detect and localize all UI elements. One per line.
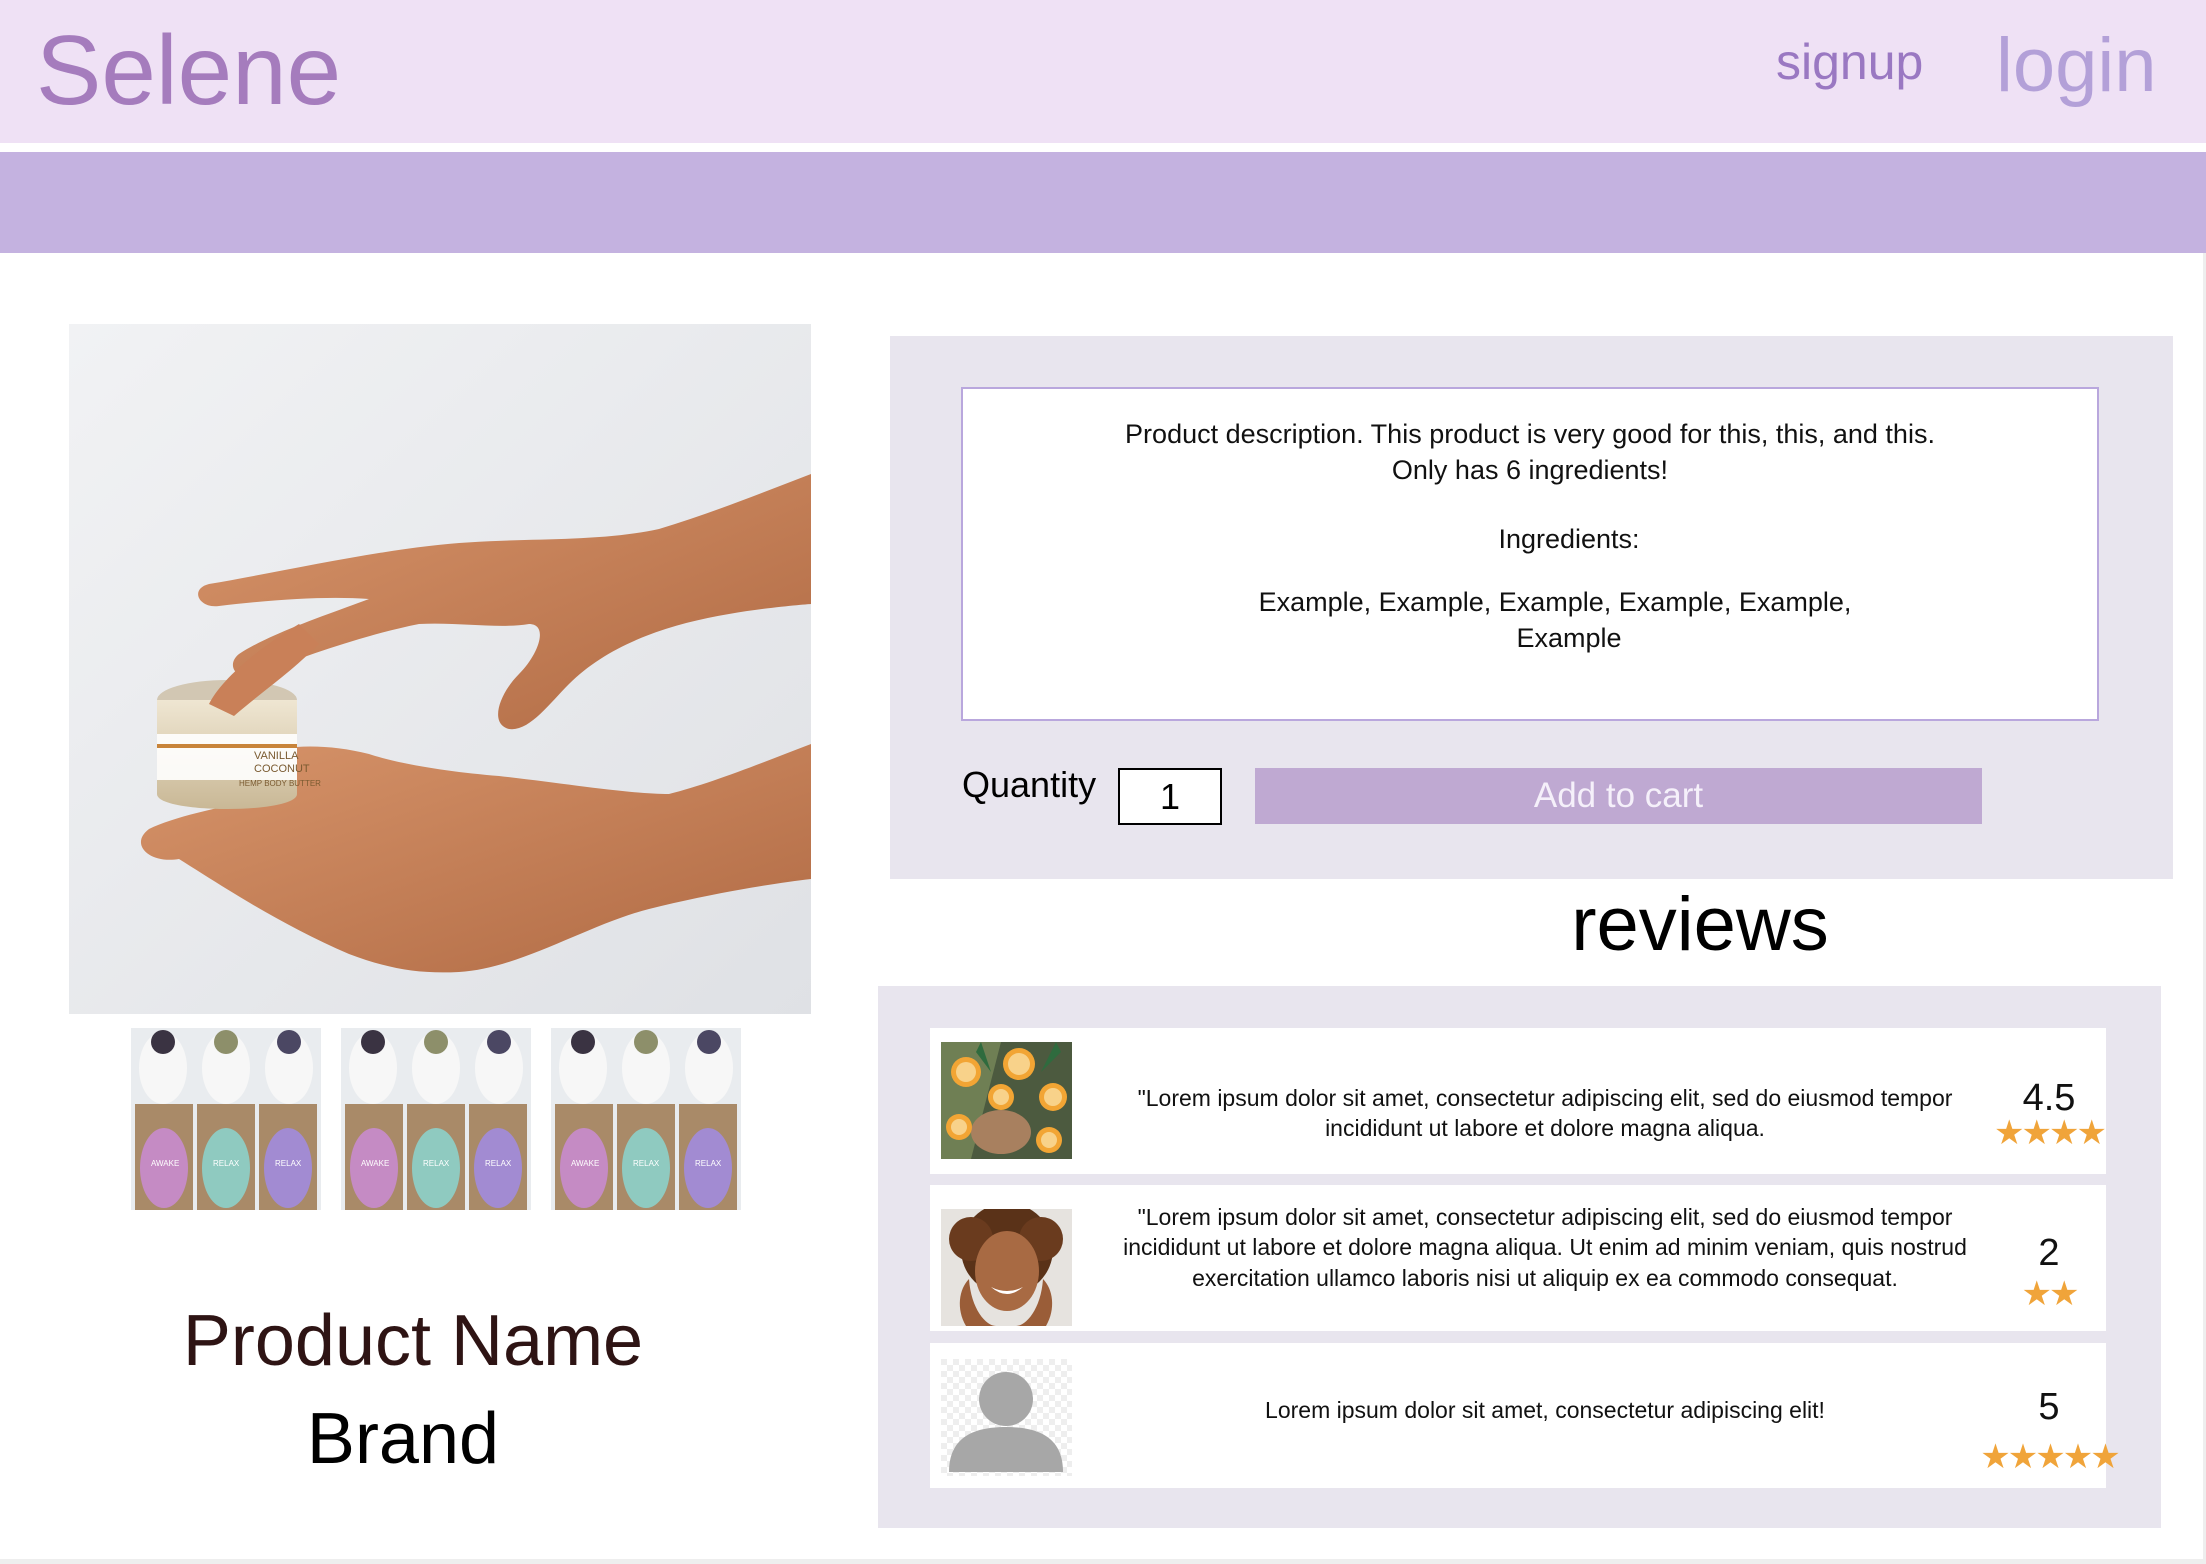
ingredients-heading: Ingredients: [1498, 524, 1640, 554]
svg-text:AWAKE: AWAKE [571, 1159, 599, 1168]
svg-text:AWAKE: AWAKE [361, 1159, 389, 1168]
product-boxes-photo: AWAKE RELAX RELAX [551, 1028, 741, 1210]
description-line-1: Product description. This product is ver… [1125, 419, 1935, 449]
ingredients-line-2: Example [1516, 623, 1622, 653]
description-line-2: Only has 6 ingredients! [1391, 455, 1669, 485]
product-thumbnail-3[interactable]: AWAKE RELAX RELAX [551, 1028, 741, 1210]
reviewer-photo [941, 1042, 1072, 1159]
product-thumbnail-1[interactable]: AWAKE RELAX RELAX [131, 1028, 321, 1210]
star-rating-icon: ★★★★ [1994, 1114, 2107, 1152]
svg-text:HEMP BODY BUTTER: HEMP BODY BUTTER [239, 779, 321, 788]
review-item: Lorem ipsum dolor sit amet, consectetur … [930, 1343, 2121, 1488]
svg-text:RELAX: RELAX [423, 1159, 450, 1168]
hand-with-cream-jar-photo: VANILLA COCONUT HEMP BODY BUTTER [69, 324, 811, 1014]
review-item: "Lorem ipsum dolor sit amet, consectetur… [930, 1028, 2107, 1174]
signup-link[interactable]: signup [1776, 32, 1923, 92]
product-name: Product Name [182, 1301, 644, 1381]
default-avatar-icon [941, 1359, 1072, 1476]
review-score: 5 [2038, 1386, 2060, 1428]
product-brand: Brand [306, 1399, 500, 1479]
star-rating-icon: ★★ [2021, 1275, 2080, 1313]
svg-text:AWAKE: AWAKE [151, 1159, 179, 1168]
quantity-label: Quantity [962, 764, 1097, 805]
review-text: Lorem ipsum dolor sit amet, consectetur … [1265, 1397, 1825, 1423]
smiling-woman-photo [941, 1209, 1072, 1326]
quantity-input[interactable] [1118, 768, 1222, 825]
svg-text:RELAX: RELAX [695, 1159, 722, 1168]
svg-text:VANILLA: VANILLA [254, 750, 299, 762]
product-thumbnail-2[interactable]: AWAKE RELAX RELAX [341, 1028, 531, 1210]
reviews-title: reviews [1571, 882, 1829, 967]
svg-text:COCONUT: COCONUT [254, 763, 310, 775]
reviewer-photo [941, 1209, 1072, 1326]
product-main-image[interactable]: VANILLA COCONUT HEMP BODY BUTTER [69, 324, 811, 1014]
star-rating-icon: ★★★★★ [1980, 1438, 2120, 1476]
product-boxes-photo: AWAKE RELAX RELAX [131, 1028, 321, 1210]
citrus-face-photo [941, 1042, 1072, 1159]
add-to-cart-button[interactable]: Add to cart [1255, 768, 1982, 824]
review-text: "Lorem ipsum dolor sit amet, consectetur… [1123, 1204, 1967, 1291]
svg-text:RELAX: RELAX [275, 1159, 302, 1168]
review-item: "Lorem ipsum dolor sit amet, consectetur… [930, 1185, 2106, 1331]
login-link[interactable]: login [1996, 20, 2157, 111]
product-boxes-photo: AWAKE RELAX RELAX [341, 1028, 531, 1210]
review-text: "Lorem ipsum dolor sit amet, consectetur… [1137, 1085, 1953, 1142]
site-logo[interactable]: Selene [36, 12, 341, 130]
svg-text:RELAX: RELAX [213, 1159, 240, 1168]
page-bottom-edge [0, 1559, 2206, 1564]
reviewer-avatar [941, 1359, 1072, 1476]
ingredients-line-1: Example, Example, Example, Example, Exam… [1258, 587, 1852, 617]
review-score: 2 [2038, 1232, 2060, 1274]
svg-text:RELAX: RELAX [485, 1159, 512, 1168]
svg-text:RELAX: RELAX [633, 1159, 660, 1168]
nav-bar [0, 152, 2206, 253]
